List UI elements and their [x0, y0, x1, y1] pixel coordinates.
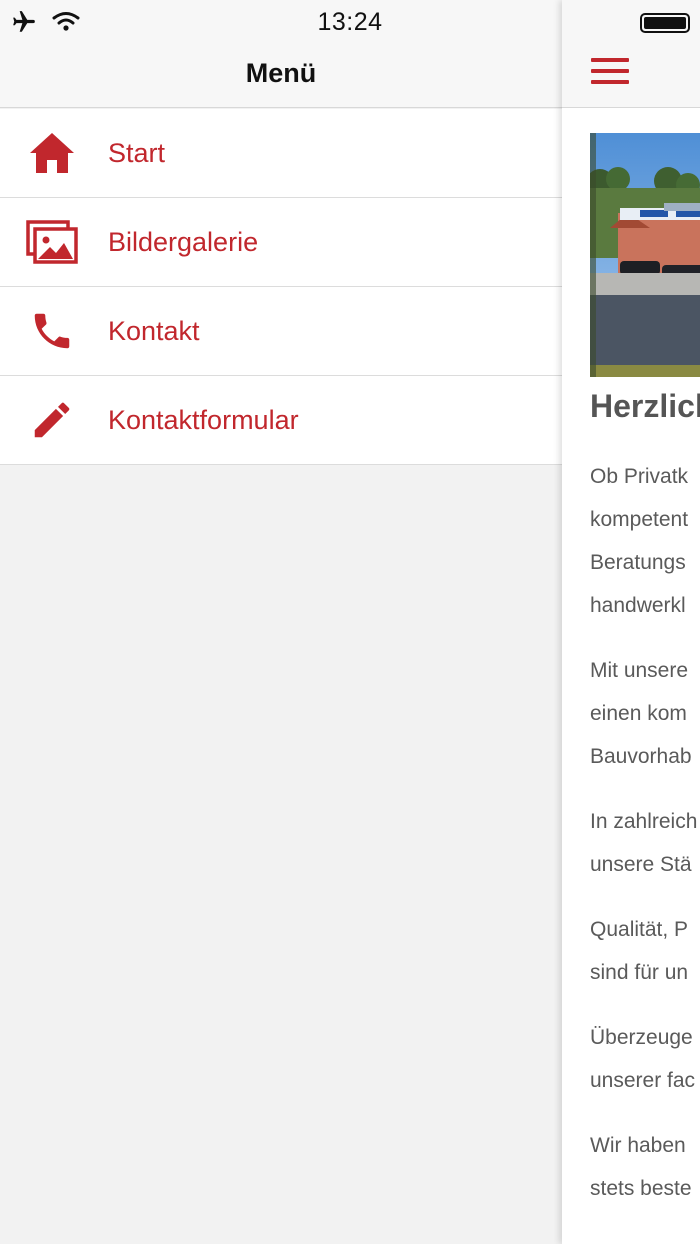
paragraph: In zahlreich unsere Stä [590, 810, 698, 876]
menu-item-label: Kontakt [108, 315, 200, 346]
menu-list: Start Bildergalerie Kontakt Kontaktformu… [0, 109, 562, 465]
page-body-text: Ob Privatk kompetent Beratungs handwerkl… [590, 455, 700, 1232]
hero-image [590, 133, 700, 377]
hamburger-menu-icon[interactable] [591, 56, 631, 92]
menu-item-start[interactable]: Start [0, 109, 562, 198]
pencil-icon [0, 376, 108, 465]
home-icon [0, 109, 108, 198]
gallery-icon [0, 198, 108, 287]
page-title: Herzlich [590, 388, 700, 424]
menu-item-bildergalerie[interactable]: Bildergalerie [0, 198, 562, 287]
menu-drawer: Menü Start Bildergalerie Kontakt Kontakt… [0, 0, 562, 1244]
menu-item-label: Kontaktformular [108, 404, 299, 435]
status-time: 13:24 [317, 8, 383, 36]
menu-item-kontakt[interactable]: Kontakt [0, 287, 562, 376]
menu-header: Menü [0, 44, 562, 108]
menu-item-label: Bildergalerie [108, 226, 259, 257]
paragraph: Mit unsere einen kom Bauvorhab [590, 659, 692, 768]
paragraph: Wir haben stets beste [590, 1134, 692, 1200]
paragraph: Überzeuge unserer fac [590, 1026, 696, 1092]
phone-icon [0, 287, 108, 376]
menu-item-kontaktformular[interactable]: Kontaktformular [0, 376, 562, 465]
paragraph: Ob Privatk kompetent Beratungs handwerkl [590, 465, 689, 617]
paragraph: Qualität, P sind für un [590, 918, 689, 984]
content-header [562, 44, 700, 108]
menu-item-label: Start [108, 137, 166, 168]
menu-title: Menü [245, 58, 317, 88]
content-page: Herzlich Ob Privatk kompetent Beratungs … [562, 0, 700, 1244]
app-screen: Menü Start Bildergalerie Kontakt Kontakt… [0, 0, 700, 1244]
